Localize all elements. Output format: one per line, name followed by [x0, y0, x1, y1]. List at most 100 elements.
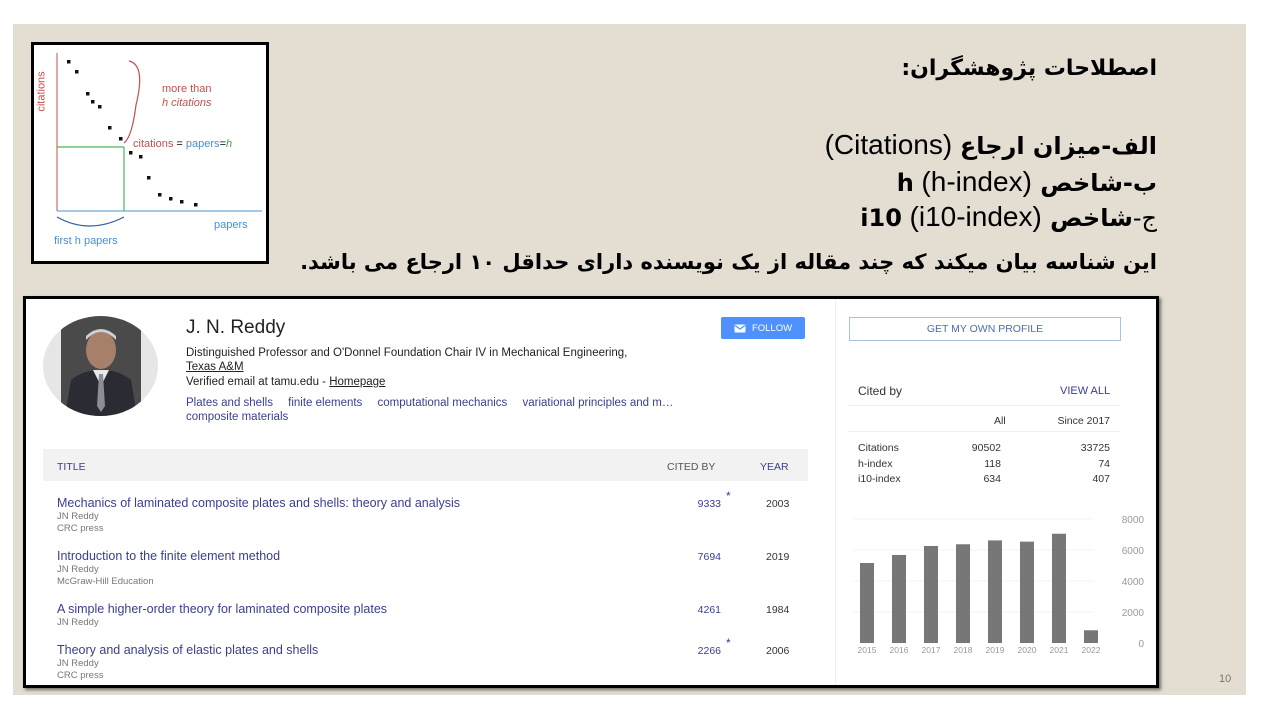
metric-all: 118 [984, 458, 1001, 470]
equation-equals-1: = [176, 138, 183, 150]
term-english: (h-index) [921, 166, 1032, 197]
term-citations: الف-میزان ارجاع (Citations) [825, 130, 1157, 161]
point [86, 92, 90, 96]
metric-since: 407 [1092, 473, 1110, 485]
verified-email-text: Verified email at tamu.edu - [186, 376, 330, 388]
metric-all: 634 [983, 473, 1001, 485]
article-title-link[interactable]: Introduction to the finite element metho… [57, 549, 280, 563]
term-h-index: ب-شاخص h (h-index) [897, 167, 1157, 198]
article-year: 1984 [766, 604, 790, 616]
point [139, 155, 143, 159]
interest-link[interactable]: composite materials [186, 411, 288, 423]
slide-title: اصطلاحات پژوهشگران: [901, 56, 1157, 81]
institution-link-text[interactable]: Texas A&M [186, 361, 244, 373]
term-english: (i10-index) [909, 201, 1042, 232]
profile-institution-link[interactable]: Texas A&M [186, 361, 244, 373]
profile-affiliation: Distinguished Professor and O'Donnel Fou… [186, 347, 628, 359]
article-authors: JN Reddy [57, 617, 99, 628]
equation-label: citations = papers=h [133, 138, 232, 151]
interest-link[interactable]: variational principles and m… [522, 397, 673, 409]
bar-2022 [1084, 630, 1098, 643]
envelope-icon [734, 324, 746, 332]
bar-2021 [1052, 533, 1066, 643]
bar-2019 [988, 540, 1002, 643]
article-title-link[interactable]: Theory and analysis of elastic plates an… [57, 643, 318, 657]
article-authors: JN Reddy [57, 658, 99, 669]
point [129, 151, 133, 155]
term-prefix: ب- [1122, 169, 1157, 197]
point [108, 126, 112, 130]
point [194, 203, 198, 207]
metric-all: 90502 [971, 442, 1001, 454]
follow-button[interactable]: FOLLOW [721, 317, 805, 339]
article-venue: CRC press [57, 670, 104, 681]
point [119, 137, 123, 141]
metric-label: h-index [858, 458, 893, 470]
view-all-link[interactable]: VIEW ALL [1060, 385, 1110, 397]
point [98, 105, 102, 109]
cited-by-count[interactable]: 2266 [698, 645, 721, 657]
equation-papers: papers [185, 138, 220, 150]
article-venue: CRC press [57, 523, 104, 534]
x-tick-label: 2018 [954, 645, 973, 655]
point [169, 197, 173, 201]
bottom-brace-icon [56, 216, 125, 227]
article-year: 2006 [766, 645, 790, 657]
y-tick-label: 6000 [1122, 546, 1145, 557]
x-tick-label: 2022 [1082, 645, 1101, 655]
y-tick-label: 0 [1138, 639, 1144, 650]
metric-since: 74 [1098, 458, 1110, 470]
metric-label: Citations [858, 442, 899, 454]
point [67, 60, 71, 64]
term-prefix: ج- [1132, 204, 1157, 232]
article-title-link[interactable]: Mechanics of laminated composite plates … [57, 496, 460, 510]
article-title-link[interactable]: A simple higher-order theory for laminat… [57, 602, 387, 616]
point [180, 200, 184, 204]
x-tick-label: 2016 [890, 645, 909, 655]
i10-description: این شناسه بیان میکند که چند مقاله از یک … [300, 250, 1157, 274]
person-photo-icon [61, 316, 141, 416]
point [91, 100, 95, 104]
article-year: 2019 [766, 551, 790, 563]
bar-2017 [924, 545, 938, 643]
column-all: All [994, 415, 1006, 427]
article-authors: JN Reddy [57, 511, 99, 522]
articles-table-header: TITLE CITED BY YEAR [43, 449, 808, 481]
y-axis-label: citations [35, 71, 48, 112]
avatar [43, 316, 158, 416]
research-interests: Plates and shells finite elements comput… [186, 396, 766, 424]
metric-label: i10-index [858, 473, 901, 485]
article-authors: JN Reddy [57, 564, 99, 575]
divider [848, 405, 1120, 406]
interest-link[interactable]: Plates and shells [186, 397, 273, 409]
point [158, 193, 162, 197]
y-tick-label: 2000 [1122, 608, 1145, 619]
cited-by-count[interactable]: 4261 [698, 604, 721, 616]
first-h-papers-label: first h papers [54, 235, 118, 247]
get-my-own-profile-button[interactable]: GET MY OWN PROFILE [849, 317, 1121, 341]
x-tick-label: 2020 [1018, 645, 1037, 655]
metric-since: 33725 [1080, 442, 1110, 454]
merged-citations-star: * [726, 636, 731, 650]
brace-icon [123, 60, 141, 144]
point [147, 176, 151, 180]
term-english: (Citations) [824, 129, 953, 160]
brace-label-line1: more than [162, 83, 212, 95]
cited-by-count[interactable]: 9333 [698, 498, 721, 510]
sort-by-cited[interactable]: CITED BY [667, 461, 715, 473]
homepage-link[interactable]: Homepage [329, 376, 385, 388]
y-tick-label: 4000 [1122, 577, 1145, 588]
bar-2018 [956, 544, 970, 643]
x-tick-label: 2015 [858, 645, 877, 655]
interest-link[interactable]: computational mechanics [378, 397, 508, 409]
y-tick-label: 8000 [1122, 515, 1145, 526]
bar-2016 [892, 554, 906, 643]
x-tick-label: 2021 [1050, 645, 1069, 655]
sort-by-year[interactable]: YEAR [760, 461, 789, 473]
follow-label: FOLLOW [751, 322, 793, 334]
x-tick-label: 2017 [922, 645, 941, 655]
interest-link[interactable]: finite elements [288, 397, 362, 409]
column-divider [835, 299, 836, 685]
cited-by-count[interactable]: 7694 [698, 551, 721, 563]
sort-by-title[interactable]: TITLE [57, 461, 86, 473]
